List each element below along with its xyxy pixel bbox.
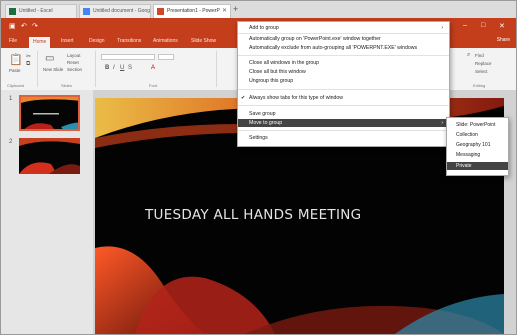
redo-icon[interactable]: ↷ [32, 22, 38, 30]
slide-thumbnail-1[interactable] [19, 95, 80, 131]
menu-item-add-to-group[interactable]: Add to group › [238, 24, 449, 32]
menu-item-close-all-in-group[interactable]: Close all windows in the group [238, 59, 449, 67]
chevron-right-icon: › [441, 120, 443, 126]
submenu-item-slide-powerpoint[interactable]: Slide: PowerPoint [447, 121, 508, 129]
tab-title: Untitled document - Goog [93, 8, 150, 14]
layout-button[interactable]: Layout [67, 53, 81, 58]
group-clipboard: Clipboard [7, 83, 25, 88]
tab-design[interactable]: Design [89, 38, 105, 44]
tab-home[interactable]: Home [29, 37, 51, 48]
close-icon[interactable]: ✕ [499, 22, 505, 30]
slide-thumbnail-pane: 1 2 [1, 90, 93, 334]
close-tab-icon[interactable]: ✕ [222, 7, 227, 14]
replace-button[interactable]: Replace [475, 61, 492, 66]
browser-tab-docs[interactable]: Untitled document - Goog [79, 4, 151, 18]
group-font: Font [149, 83, 158, 88]
menu-item-ungroup[interactable]: Ungroup this group [238, 77, 449, 85]
menu-item-move-to-group[interactable]: Move to group › [238, 119, 449, 127]
menu-item-label: Always show tabs for this type of window [249, 95, 343, 101]
paste-label[interactable]: Paste [9, 68, 21, 73]
slide-title[interactable]: TUESDAY ALL HANDS MEETING [95, 207, 504, 223]
minimize-icon[interactable]: – [463, 22, 467, 29]
submenu-item-collection[interactable]: Collection [447, 131, 508, 139]
italic-icon[interactable]: I [113, 65, 115, 71]
font-color-icon[interactable]: A [151, 65, 155, 71]
reset-button[interactable]: Reset [67, 60, 79, 65]
slide-thumbnail-art [19, 138, 80, 174]
submenu-item-messaging[interactable]: Messaging [447, 151, 508, 159]
slide-thumbnail-2[interactable] [19, 138, 80, 174]
tab-animations[interactable]: Animations [153, 38, 178, 44]
maximize-icon[interactable]: □ [481, 22, 485, 29]
submenu-item-private[interactable]: Private [447, 162, 508, 170]
checkmark-icon: ✔ [241, 95, 246, 101]
paste-icon[interactable]: 📋 [9, 53, 23, 66]
ribbon-divider [37, 51, 38, 87]
menu-item-save-group[interactable]: Save group [238, 110, 449, 118]
font-name-box[interactable] [101, 54, 155, 60]
menu-item-label: Move to group [249, 120, 283, 126]
tab-file[interactable]: File [9, 38, 17, 44]
chevron-right-icon: › [441, 25, 443, 31]
context-menu: Add to group › Automatically group on 'P… [237, 21, 450, 147]
menu-divider [238, 33, 449, 34]
browser-tab-strip: Untitled - Excel Untitled document - Goo… [1, 1, 516, 18]
find-button[interactable]: Find [475, 53, 484, 58]
powerpoint-favicon-icon [157, 8, 164, 15]
menu-item-auto-group[interactable]: Automatically group on 'PowerPoint.exe' … [238, 35, 449, 43]
select-button[interactable]: Select [475, 69, 488, 74]
new-tab-button[interactable]: + [233, 5, 242, 14]
font-size-box[interactable] [158, 54, 174, 60]
ribbon-divider [95, 51, 96, 87]
share-button[interactable]: Share [497, 37, 510, 43]
menu-item-close-all-but-this[interactable]: Close all but this window [238, 68, 449, 76]
menu-item-auto-exclude[interactable]: Automatically exclude from auto-grouping… [238, 44, 449, 52]
slide-number: 2 [9, 139, 13, 145]
new-slide-label[interactable]: New Slide [43, 67, 63, 72]
find-icon[interactable]: ⌕ [467, 52, 470, 59]
cut-icon[interactable]: ✂ [26, 53, 31, 60]
menu-divider [238, 105, 449, 106]
docs-favicon-icon [83, 8, 90, 15]
slide-number: 1 [9, 96, 13, 102]
menu-item-label: Add to group [249, 25, 279, 31]
slide-thumbnail-art [21, 97, 78, 129]
group-slides: Slides [61, 83, 72, 88]
ribbon-divider [216, 51, 217, 87]
menu-item-settings[interactable]: Settings [238, 134, 449, 142]
section-button[interactable]: Section [67, 67, 82, 72]
copy-icon[interactable]: ⧉ [26, 61, 30, 68]
submenu-item-geography[interactable]: Geography 101 [447, 141, 508, 149]
strikethrough-icon[interactable]: S [128, 65, 132, 71]
browser-tab-powerpoint[interactable]: Presentation1 - PowerP ✕ [153, 4, 231, 18]
browser-tab-excel[interactable]: Untitled - Excel [5, 4, 77, 18]
menu-divider [238, 130, 449, 131]
undo-icon[interactable]: ↶ [21, 22, 27, 30]
bold-icon[interactable]: B [105, 65, 109, 71]
underline-icon[interactable]: U [120, 65, 124, 71]
tab-title: Untitled - Excel [19, 8, 53, 14]
menu-divider [238, 89, 449, 90]
new-slide-icon[interactable]: ▭ [45, 53, 54, 64]
move-to-group-submenu: Slide: PowerPoint Collection Geography 1… [446, 117, 509, 176]
excel-favicon-icon [9, 8, 16, 15]
menu-divider [238, 55, 449, 56]
tab-transitions[interactable]: Transitions [117, 38, 141, 44]
group-editing: Editing [473, 83, 486, 88]
tab-insert[interactable]: Insert [61, 38, 74, 44]
tab-title: Presentation1 - PowerP [167, 8, 220, 14]
menu-item-always-show-tabs[interactable]: ✔ Always show tabs for this type of wind… [238, 94, 449, 102]
tab-slide-show[interactable]: Slide Show [191, 38, 216, 44]
save-icon[interactable]: ▣ [9, 22, 16, 30]
